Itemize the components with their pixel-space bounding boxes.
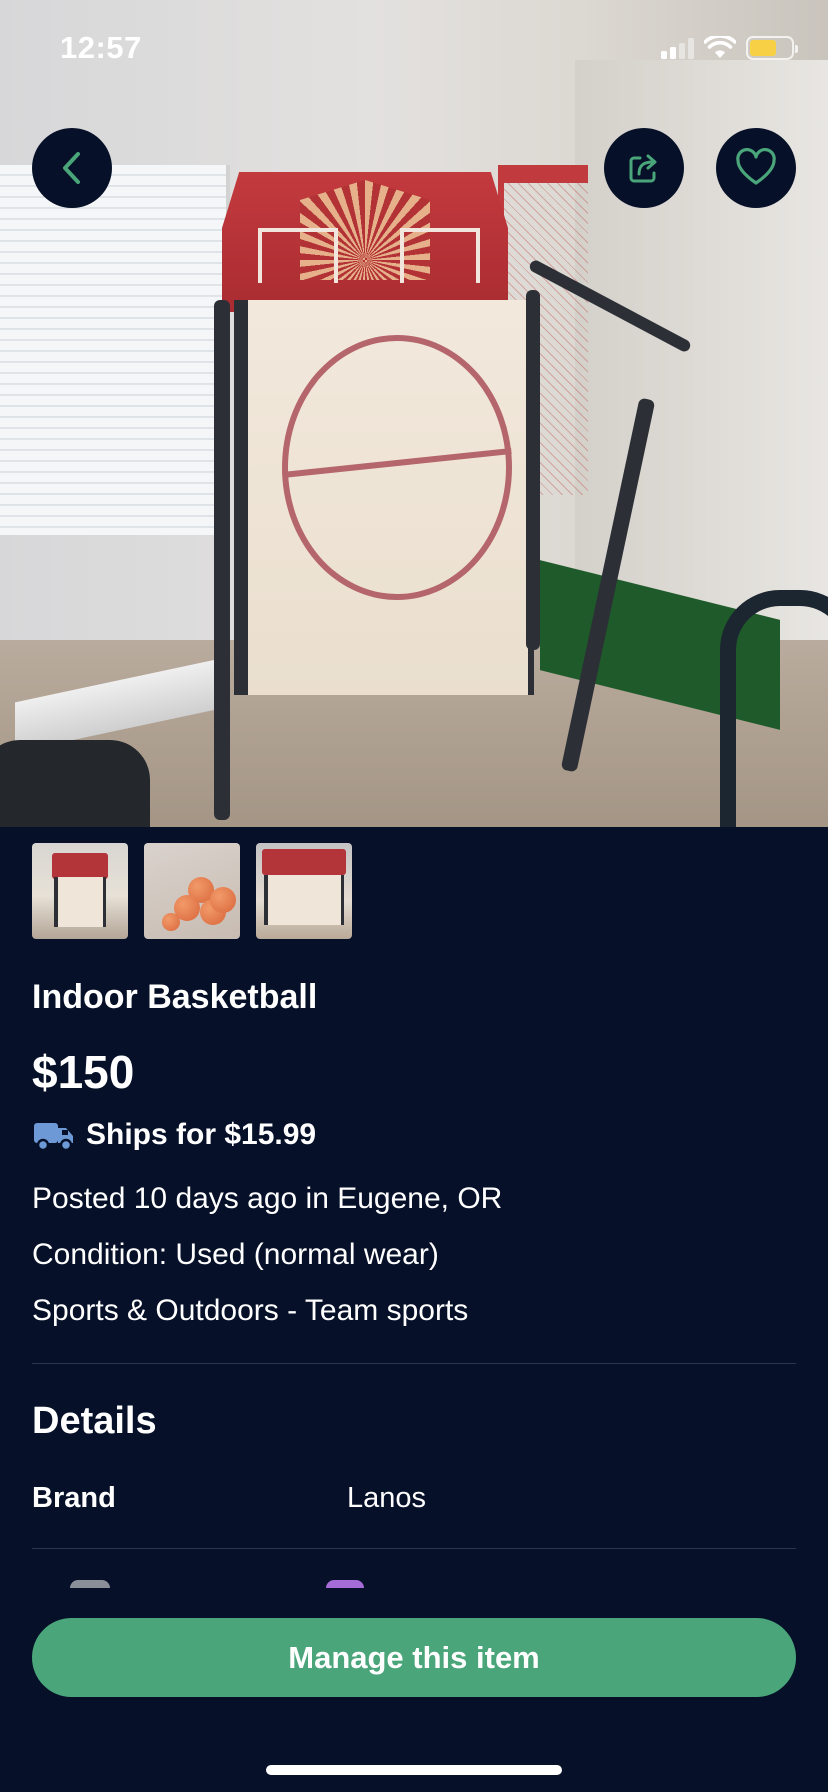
seller-avatar-peek xyxy=(70,1580,110,1588)
photo-right-rim xyxy=(400,228,480,283)
battery-icon xyxy=(746,36,798,60)
product-title: Indoor Basketball xyxy=(32,978,318,1016)
category-info: Sports & Outdoors - Team sports xyxy=(32,1294,469,1327)
photo-frame-bar xyxy=(526,290,540,650)
manage-item-button[interactable]: Manage this item xyxy=(32,1618,796,1697)
thumbnail-ball xyxy=(210,887,236,913)
heart-icon xyxy=(736,148,776,185)
photo-pillow xyxy=(0,740,150,827)
photo-thumbnails xyxy=(32,843,352,939)
share-button[interactable] xyxy=(604,128,684,208)
thumbnail-net xyxy=(264,875,344,925)
thumbnail-1[interactable] xyxy=(32,843,128,939)
photo-chair xyxy=(720,590,828,827)
product-price: $150 xyxy=(32,1046,135,1098)
detail-label-brand: Brand xyxy=(32,1482,116,1514)
thumbnail-net xyxy=(54,877,106,927)
detail-value-brand: Lanos xyxy=(347,1482,427,1514)
thumbnail-hoop xyxy=(262,849,346,875)
status-bar: 12:57 xyxy=(0,0,828,100)
condition-info: Condition: Used (normal wear) xyxy=(32,1238,439,1271)
favorite-button[interactable] xyxy=(716,128,796,208)
thumbnail-2[interactable] xyxy=(144,843,240,939)
wifi-icon xyxy=(704,36,736,58)
shipping-info: Ships for $15.99 xyxy=(32,1117,316,1153)
thumbnail-ball xyxy=(162,913,180,931)
product-main-photo[interactable] xyxy=(0,0,828,827)
chevron-left-icon xyxy=(63,152,80,184)
divider xyxy=(32,1363,796,1364)
thumbnail-3[interactable] xyxy=(256,843,352,939)
photo-frame-bar xyxy=(214,300,230,820)
battery-level xyxy=(750,40,776,56)
truck-icon xyxy=(34,1123,73,1152)
thumbnail-hoop xyxy=(52,853,108,879)
posted-info: Posted 10 days ago in Eugene, OR xyxy=(32,1182,503,1215)
details-heading: Details xyxy=(32,1400,157,1442)
back-button[interactable] xyxy=(32,128,112,208)
divider xyxy=(32,1548,796,1549)
status-icons xyxy=(661,36,798,60)
home-indicator[interactable] xyxy=(266,1765,562,1775)
seller-badge-peek xyxy=(326,1580,364,1588)
photo-left-rim xyxy=(258,228,338,283)
cellular-signal-icon xyxy=(661,37,694,59)
share-icon xyxy=(629,154,657,183)
shipping-price: Ships for $15.99 xyxy=(86,1118,317,1151)
photo-window-blinds xyxy=(0,165,230,535)
status-time: 12:57 xyxy=(60,30,142,65)
